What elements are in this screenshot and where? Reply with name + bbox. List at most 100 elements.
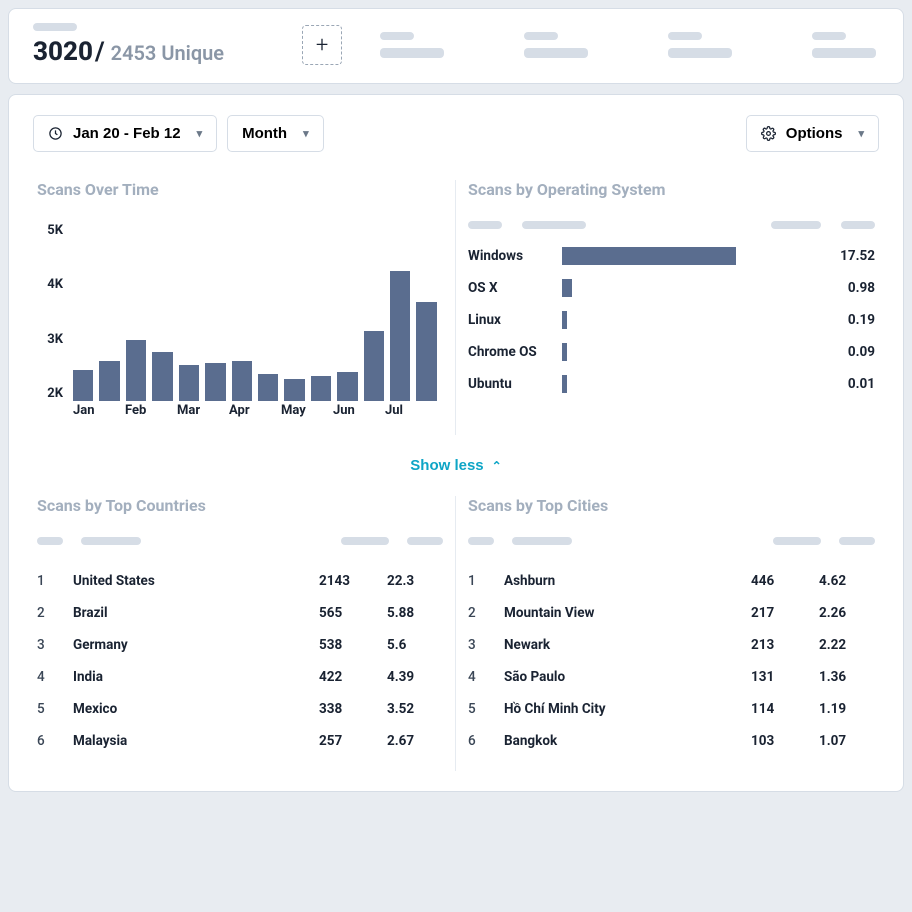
os-label: Chrome OS xyxy=(468,344,548,360)
name-cell: São Paulo xyxy=(504,661,751,693)
table-row: 4India4224.39 xyxy=(37,661,443,693)
table-row: 6Malaysia2572.67 xyxy=(37,725,443,757)
bar xyxy=(258,374,278,401)
name-cell: Bangkok xyxy=(504,725,751,757)
count-cell: 114 xyxy=(751,693,819,725)
pct-cell: 2.67 xyxy=(387,725,443,757)
placeholder xyxy=(33,23,77,31)
table-row: 5Mexico3383.52 xyxy=(37,693,443,725)
bars-area: JanFebMarAprMayJunJul xyxy=(73,221,437,421)
table-row: 5Hồ Chí Minh City1141.19 xyxy=(468,693,875,725)
rank-cell: 6 xyxy=(468,725,504,757)
os-bar-fill xyxy=(562,343,567,361)
header-placeholders xyxy=(380,32,879,58)
panel-scans-by-cities: Scans by Top Cities 1Ashburn4464.622Moun… xyxy=(456,496,879,771)
x-tick: Jun xyxy=(333,403,385,421)
table-row: 3Germany5385.6 xyxy=(37,629,443,661)
options-button[interactable]: Options ▾ xyxy=(746,115,879,152)
panel-title: Scans by Top Cities xyxy=(468,496,875,515)
placeholder xyxy=(524,32,588,58)
name-cell: Newark xyxy=(504,629,751,661)
summary-totals: 3020/ 2453 Unique xyxy=(33,23,224,67)
pct-cell: 4.62 xyxy=(819,565,875,597)
rank-cell: 1 xyxy=(37,565,73,597)
bar xyxy=(179,365,199,401)
summary-title: 3020/ 2453 Unique xyxy=(33,37,224,67)
pct-cell: 5.6 xyxy=(387,629,443,661)
os-row: OS X0.98 xyxy=(468,279,875,297)
total-count: 3020 xyxy=(33,37,93,67)
bar xyxy=(284,379,304,402)
table-row: 2Brazil5655.88 xyxy=(37,597,443,629)
add-widget-button[interactable]: + xyxy=(302,25,342,65)
chevron-up-icon: ⌃ xyxy=(492,459,502,473)
os-value: 0.01 xyxy=(825,376,875,392)
x-tick: Feb xyxy=(125,403,177,421)
pct-cell: 2.26 xyxy=(819,597,875,629)
placeholder xyxy=(380,32,444,58)
os-row: Chrome OS0.09 xyxy=(468,343,875,361)
name-cell: United States xyxy=(73,565,319,597)
os-label: Linux xyxy=(468,312,548,328)
os-label: Ubuntu xyxy=(468,376,548,392)
pct-cell: 22.3 xyxy=(387,565,443,597)
x-tick: Jul xyxy=(385,403,437,421)
chevron-down-icon: ▾ xyxy=(303,127,309,140)
options-label: Options xyxy=(786,125,843,142)
bar xyxy=(364,331,384,401)
table-row: 2Mountain View2172.26 xyxy=(468,597,875,629)
summary-header: 3020/ 2453 Unique + xyxy=(8,8,904,84)
x-axis: JanFebMarAprMayJunJul xyxy=(73,403,437,421)
bars xyxy=(73,221,437,401)
table-row: 4São Paulo1311.36 xyxy=(468,661,875,693)
count-cell: 217 xyxy=(751,597,819,629)
analytics-card: Jan 20 - Feb 12 ▾ Month ▾ Options ▾ Scan… xyxy=(8,94,904,792)
count-cell: 257 xyxy=(319,725,387,757)
bar xyxy=(205,363,225,401)
panel-scans-over-time: Scans Over Time 5K4K3K2K JanFebMarAprMay… xyxy=(33,180,456,435)
count-cell: 446 xyxy=(751,565,819,597)
os-label: OS X xyxy=(468,280,548,296)
show-less-row: Show less ⌃ xyxy=(33,435,879,496)
name-cell: Malaysia xyxy=(73,725,319,757)
count-cell: 538 xyxy=(319,629,387,661)
rank-cell: 2 xyxy=(468,597,504,629)
name-cell: Brazil xyxy=(73,597,319,629)
y-tick: 2K xyxy=(37,386,63,401)
bar xyxy=(152,352,172,402)
show-less-button[interactable]: Show less ⌃ xyxy=(410,457,501,474)
table-header-placeholders xyxy=(37,537,443,545)
name-cell: Mexico xyxy=(73,693,319,725)
name-cell: Mountain View xyxy=(504,597,751,629)
count-cell: 338 xyxy=(319,693,387,725)
panel-title: Scans Over Time xyxy=(37,180,443,199)
rank-cell: 5 xyxy=(468,693,504,725)
pct-cell: 5.88 xyxy=(387,597,443,629)
os-bar-track xyxy=(562,311,811,329)
bar xyxy=(416,302,436,401)
rank-cell: 3 xyxy=(468,629,504,661)
bar xyxy=(73,370,93,402)
placeholder xyxy=(812,32,876,58)
rank-cell: 3 xyxy=(37,629,73,661)
os-row: Linux0.19 xyxy=(468,311,875,329)
count-cell: 103 xyxy=(751,725,819,757)
rank-cell: 2 xyxy=(37,597,73,629)
table-row: 1United States214322.3 xyxy=(37,565,443,597)
date-range-selector[interactable]: Jan 20 - Feb 12 ▾ xyxy=(33,115,217,152)
y-axis: 5K4K3K2K xyxy=(37,221,63,401)
pct-cell: 1.19 xyxy=(819,693,875,725)
rank-cell: 4 xyxy=(468,661,504,693)
os-bar-fill xyxy=(562,279,572,297)
unique-count: 2453 Unique xyxy=(111,41,224,65)
pct-cell: 1.36 xyxy=(819,661,875,693)
panel-title: Scans by Top Countries xyxy=(37,496,443,515)
bar xyxy=(99,361,119,402)
granularity-selector[interactable]: Month ▾ xyxy=(227,115,324,152)
gear-icon xyxy=(761,126,776,141)
os-bar-track xyxy=(562,343,811,361)
placeholder xyxy=(668,32,732,58)
bar xyxy=(126,340,146,401)
x-tick: Jan xyxy=(73,403,125,421)
os-row: Windows17.52 xyxy=(468,247,875,265)
